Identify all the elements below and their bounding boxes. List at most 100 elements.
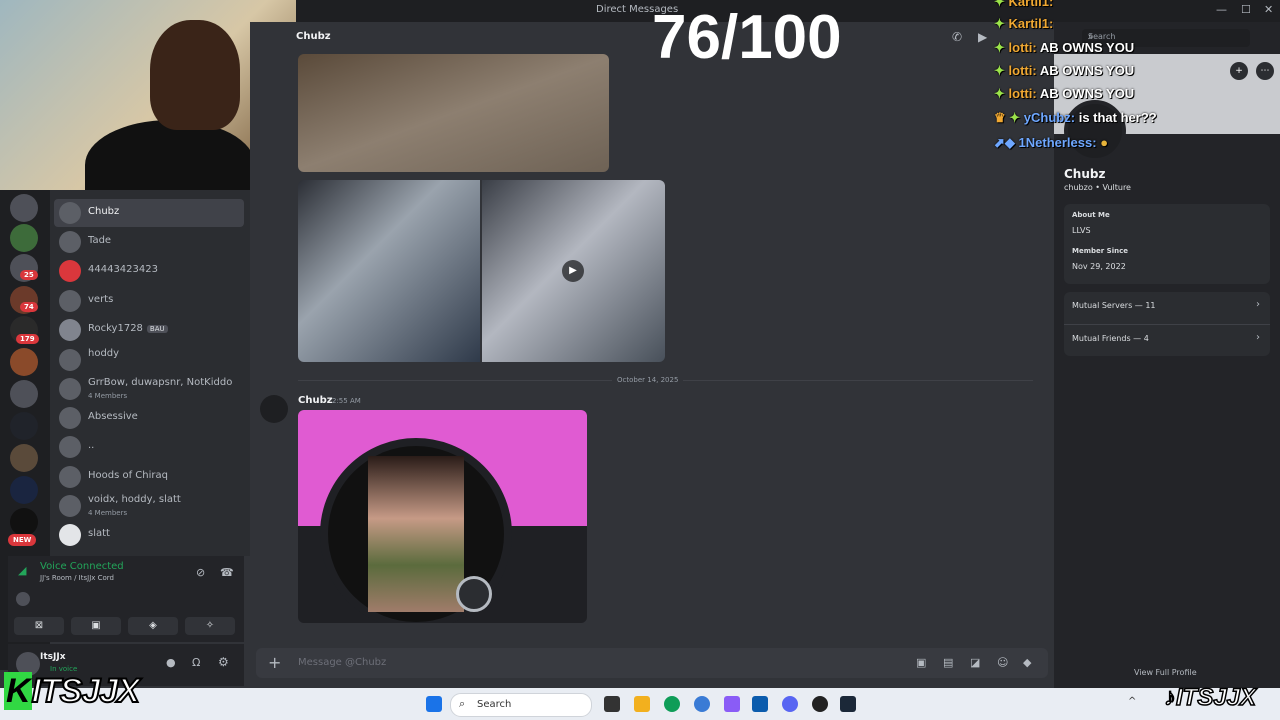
- apps-icon[interactable]: ◆: [1023, 656, 1031, 669]
- search-icon: ⌕: [459, 697, 466, 710]
- server-icon[interactable]: [10, 224, 38, 252]
- avatar: [59, 378, 81, 400]
- chevron-right-icon: ›: [1256, 332, 1260, 343]
- server-icon[interactable]: [10, 412, 38, 440]
- dm-item[interactable]: voidx, hoddy, slatt 4 Members: [54, 492, 244, 520]
- dm-item[interactable]: Absessive: [54, 404, 244, 432]
- chat-user: 1Netherless:: [1018, 135, 1097, 150]
- unread-badge: 179: [16, 334, 39, 344]
- chat-user: lotti:: [1008, 86, 1037, 101]
- mutual-servers-row[interactable]: Mutual Servers — 11 ›: [1064, 292, 1270, 325]
- server-icon[interactable]: [10, 380, 38, 408]
- message-input-box[interactable]: + Message @Chubz ▣ ▤ ◪ ☺ ◆: [256, 648, 1048, 678]
- emoji-icon[interactable]: ☺: [997, 656, 1008, 669]
- taskbar-search[interactable]: ⌕ Search: [450, 693, 592, 717]
- headphones-icon[interactable]: Ω: [192, 656, 200, 669]
- username[interactable]: ItsJJx: [40, 652, 66, 662]
- voice-participant-avatar[interactable]: [16, 592, 30, 606]
- gift-icon[interactable]: ▣: [916, 656, 926, 669]
- dm-name: 44443423423: [88, 264, 158, 275]
- avatar: [59, 407, 81, 429]
- puppies-video[interactable]: ▶: [482, 180, 665, 362]
- edge-icon[interactable]: [664, 696, 680, 712]
- start-icon[interactable]: [426, 696, 442, 712]
- server-icon[interactable]: [10, 444, 38, 472]
- close-icon[interactable]: ✕: [1264, 3, 1273, 16]
- unread-badge: 25: [20, 270, 38, 280]
- dm-name: verts: [88, 294, 114, 305]
- discord-icon[interactable]: [782, 696, 798, 712]
- dm-item[interactable]: Hoods of Chiraq: [54, 463, 244, 491]
- file-explorer-icon[interactable]: [634, 696, 650, 712]
- about-value: LLVS: [1072, 226, 1091, 235]
- dm-item[interactable]: slatt: [54, 521, 244, 549]
- dm-name: slatt: [88, 528, 110, 539]
- server-icon[interactable]: [10, 348, 38, 376]
- dm-item[interactable]: Tade: [54, 228, 244, 256]
- activity-button[interactable]: ◈: [128, 617, 178, 635]
- minimize-icon[interactable]: —: [1216, 3, 1227, 16]
- voice-status[interactable]: Voice Connected: [40, 561, 124, 572]
- microphone-icon[interactable]: ●: [166, 656, 176, 669]
- avatar: [59, 319, 81, 341]
- stream-chat-message: ✦ Kartil1:: [994, 16, 1054, 31]
- server-icon[interactable]: [10, 476, 38, 504]
- noise-suppression-icon[interactable]: ⊘: [196, 566, 205, 579]
- webcam-person-head: [150, 20, 240, 130]
- profile-card-image[interactable]: [298, 410, 587, 623]
- add-attachment-icon[interactable]: +: [268, 653, 281, 672]
- play-icon[interactable]: ▶: [562, 260, 584, 282]
- screen-share-button[interactable]: ▣: [71, 617, 121, 635]
- dm-item[interactable]: Chubz: [54, 199, 244, 227]
- add-friend-icon[interactable]: +: [1230, 62, 1248, 80]
- chat-text: AB OWNS YOU: [1039, 86, 1135, 101]
- call-icon[interactable]: ✆: [952, 30, 962, 44]
- maximize-icon[interactable]: ☐: [1241, 3, 1251, 16]
- camera-off-icon: ⊠: [34, 620, 44, 631]
- tray-chevron-icon[interactable]: ^: [1128, 696, 1136, 707]
- stream-chat-message: ♛ ✦ yChubz: is that her??: [994, 110, 1157, 125]
- avatar: [59, 495, 81, 517]
- controller-icon: ◈: [149, 620, 157, 631]
- avatar: [59, 349, 81, 371]
- app-icon[interactable]: [724, 696, 740, 712]
- unread-badge: 74: [20, 302, 38, 312]
- task-view-icon[interactable]: [604, 696, 620, 712]
- avatar: [59, 231, 81, 253]
- more-options-icon[interactable]: ⋯: [1256, 62, 1274, 80]
- message-author[interactable]: Chubz: [298, 395, 333, 406]
- settings-gear-icon[interactable]: ⚙: [218, 655, 229, 669]
- server-icon[interactable]: [10, 194, 38, 222]
- sticker-icon[interactable]: ◪: [970, 656, 980, 669]
- camera-button[interactable]: ⊠: [14, 617, 64, 635]
- dm-members: 4 Members: [88, 392, 128, 400]
- voice-channel[interactable]: JJ's Room / ItsJJx Cord: [40, 574, 114, 582]
- steam-icon[interactable]: [840, 696, 856, 712]
- message-avatar[interactable]: [260, 395, 288, 423]
- chat-user: lotti:: [1008, 63, 1037, 78]
- dm-item[interactable]: hoddy: [54, 346, 244, 374]
- view-full-profile-link[interactable]: View Full Profile: [1134, 668, 1197, 677]
- video-icon[interactable]: ▶: [978, 30, 987, 44]
- dm-item[interactable]: Rocky1728 BAU: [54, 316, 244, 344]
- mutual-friends-row[interactable]: Mutual Friends — 4 ›: [1064, 325, 1270, 356]
- cat-photo[interactable]: [298, 54, 609, 172]
- dm-item[interactable]: ..: [54, 433, 244, 461]
- message-input[interactable]: Message @Chubz: [298, 657, 386, 668]
- server-tag: BAU: [146, 325, 168, 333]
- gif-icon[interactable]: ▤: [943, 656, 953, 669]
- dm-item[interactable]: GrrBow, duwapsnr, NotKiddo 4 Members: [54, 375, 244, 403]
- obs-icon[interactable]: [812, 696, 828, 712]
- profile-username: chubzo • Vulture: [1064, 183, 1131, 192]
- soundboard-button[interactable]: ✧: [185, 617, 235, 635]
- chat-text: is that her??: [1078, 110, 1157, 125]
- dm-item[interactable]: verts: [54, 287, 244, 315]
- puppies-photo-1[interactable]: [298, 180, 480, 362]
- tiktok-icon: ♪: [1163, 683, 1177, 712]
- server-icon[interactable]: [10, 508, 38, 536]
- dm-name: voidx, hoddy, slatt: [88, 494, 181, 505]
- app-icon[interactable]: [694, 696, 710, 712]
- dm-item[interactable]: 44443423423: [54, 257, 244, 285]
- store-icon[interactable]: [752, 696, 768, 712]
- disconnect-icon[interactable]: ☎: [220, 566, 234, 579]
